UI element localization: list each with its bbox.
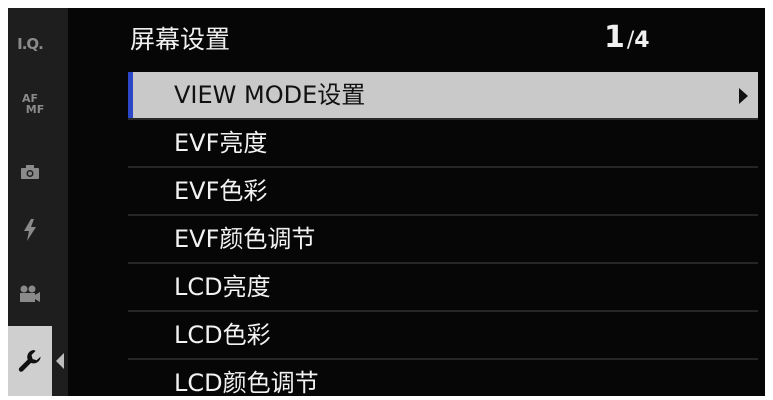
page-title: 屏幕设置 <box>130 25 231 54</box>
menu-item-label: EVF色彩 <box>174 177 268 205</box>
flash-icon <box>24 219 36 241</box>
menu-item-label: EVF颜色调节 <box>174 225 316 253</box>
menu-item-label: LCD亮度 <box>174 273 271 301</box>
submenu-arrow-icon <box>739 88 748 104</box>
tab-shooting[interactable] <box>8 152 52 192</box>
page-total: 4 <box>634 28 650 53</box>
movie-camera-icon <box>20 285 40 302</box>
camera-icon <box>21 165 39 179</box>
mf-icon-label: MF <box>25 103 45 116</box>
menu-item-lcd-color-adjustment[interactable]: LCD颜色调节 <box>128 360 758 396</box>
menu-item-label: LCD色彩 <box>174 321 271 349</box>
menu-item-lcd-brightness[interactable]: LCD亮度 <box>128 264 758 312</box>
menu-list: VIEW MODE设置 EVF亮度 EVF色彩 EVF颜色调节 LCD亮度 LC… <box>128 72 758 396</box>
iq-icon: I.Q. <box>17 35 44 53</box>
page-indicator: 1/4 <box>604 20 650 55</box>
menu-item-label: VIEW MODE设置 <box>174 81 366 109</box>
menu-item-label: EVF亮度 <box>174 129 268 157</box>
camera-menu-screen: I.Q. AF MF 屏幕设置 1/4 VIEW MODE设置 EVF亮度 EV… <box>8 8 765 396</box>
tab-focus[interactable]: AF MF <box>8 84 52 124</box>
menu-item-evf-brightness[interactable]: EVF亮度 <box>128 120 758 168</box>
menu-item-label: LCD颜色调节 <box>174 369 319 396</box>
menu-item-lcd-color[interactable]: LCD色彩 <box>128 312 758 360</box>
tab-movie[interactable] <box>8 274 52 314</box>
selection-marker <box>128 72 133 118</box>
page-current: 1 <box>604 20 625 55</box>
menu-item-view-mode-settings[interactable]: VIEW MODE设置 <box>128 72 758 120</box>
menu-tab-bar: I.Q. AF MF <box>8 8 68 396</box>
menu-item-evf-color[interactable]: EVF色彩 <box>128 168 758 216</box>
wrench-icon <box>18 350 41 372</box>
menu-item-evf-color-adjustment[interactable]: EVF颜色调节 <box>128 216 758 264</box>
tab-image-quality[interactable]: I.Q. <box>8 24 52 64</box>
tab-setup[interactable] <box>8 326 52 396</box>
tab-flash[interactable] <box>8 210 52 250</box>
active-tab-pointer-icon <box>56 353 64 369</box>
